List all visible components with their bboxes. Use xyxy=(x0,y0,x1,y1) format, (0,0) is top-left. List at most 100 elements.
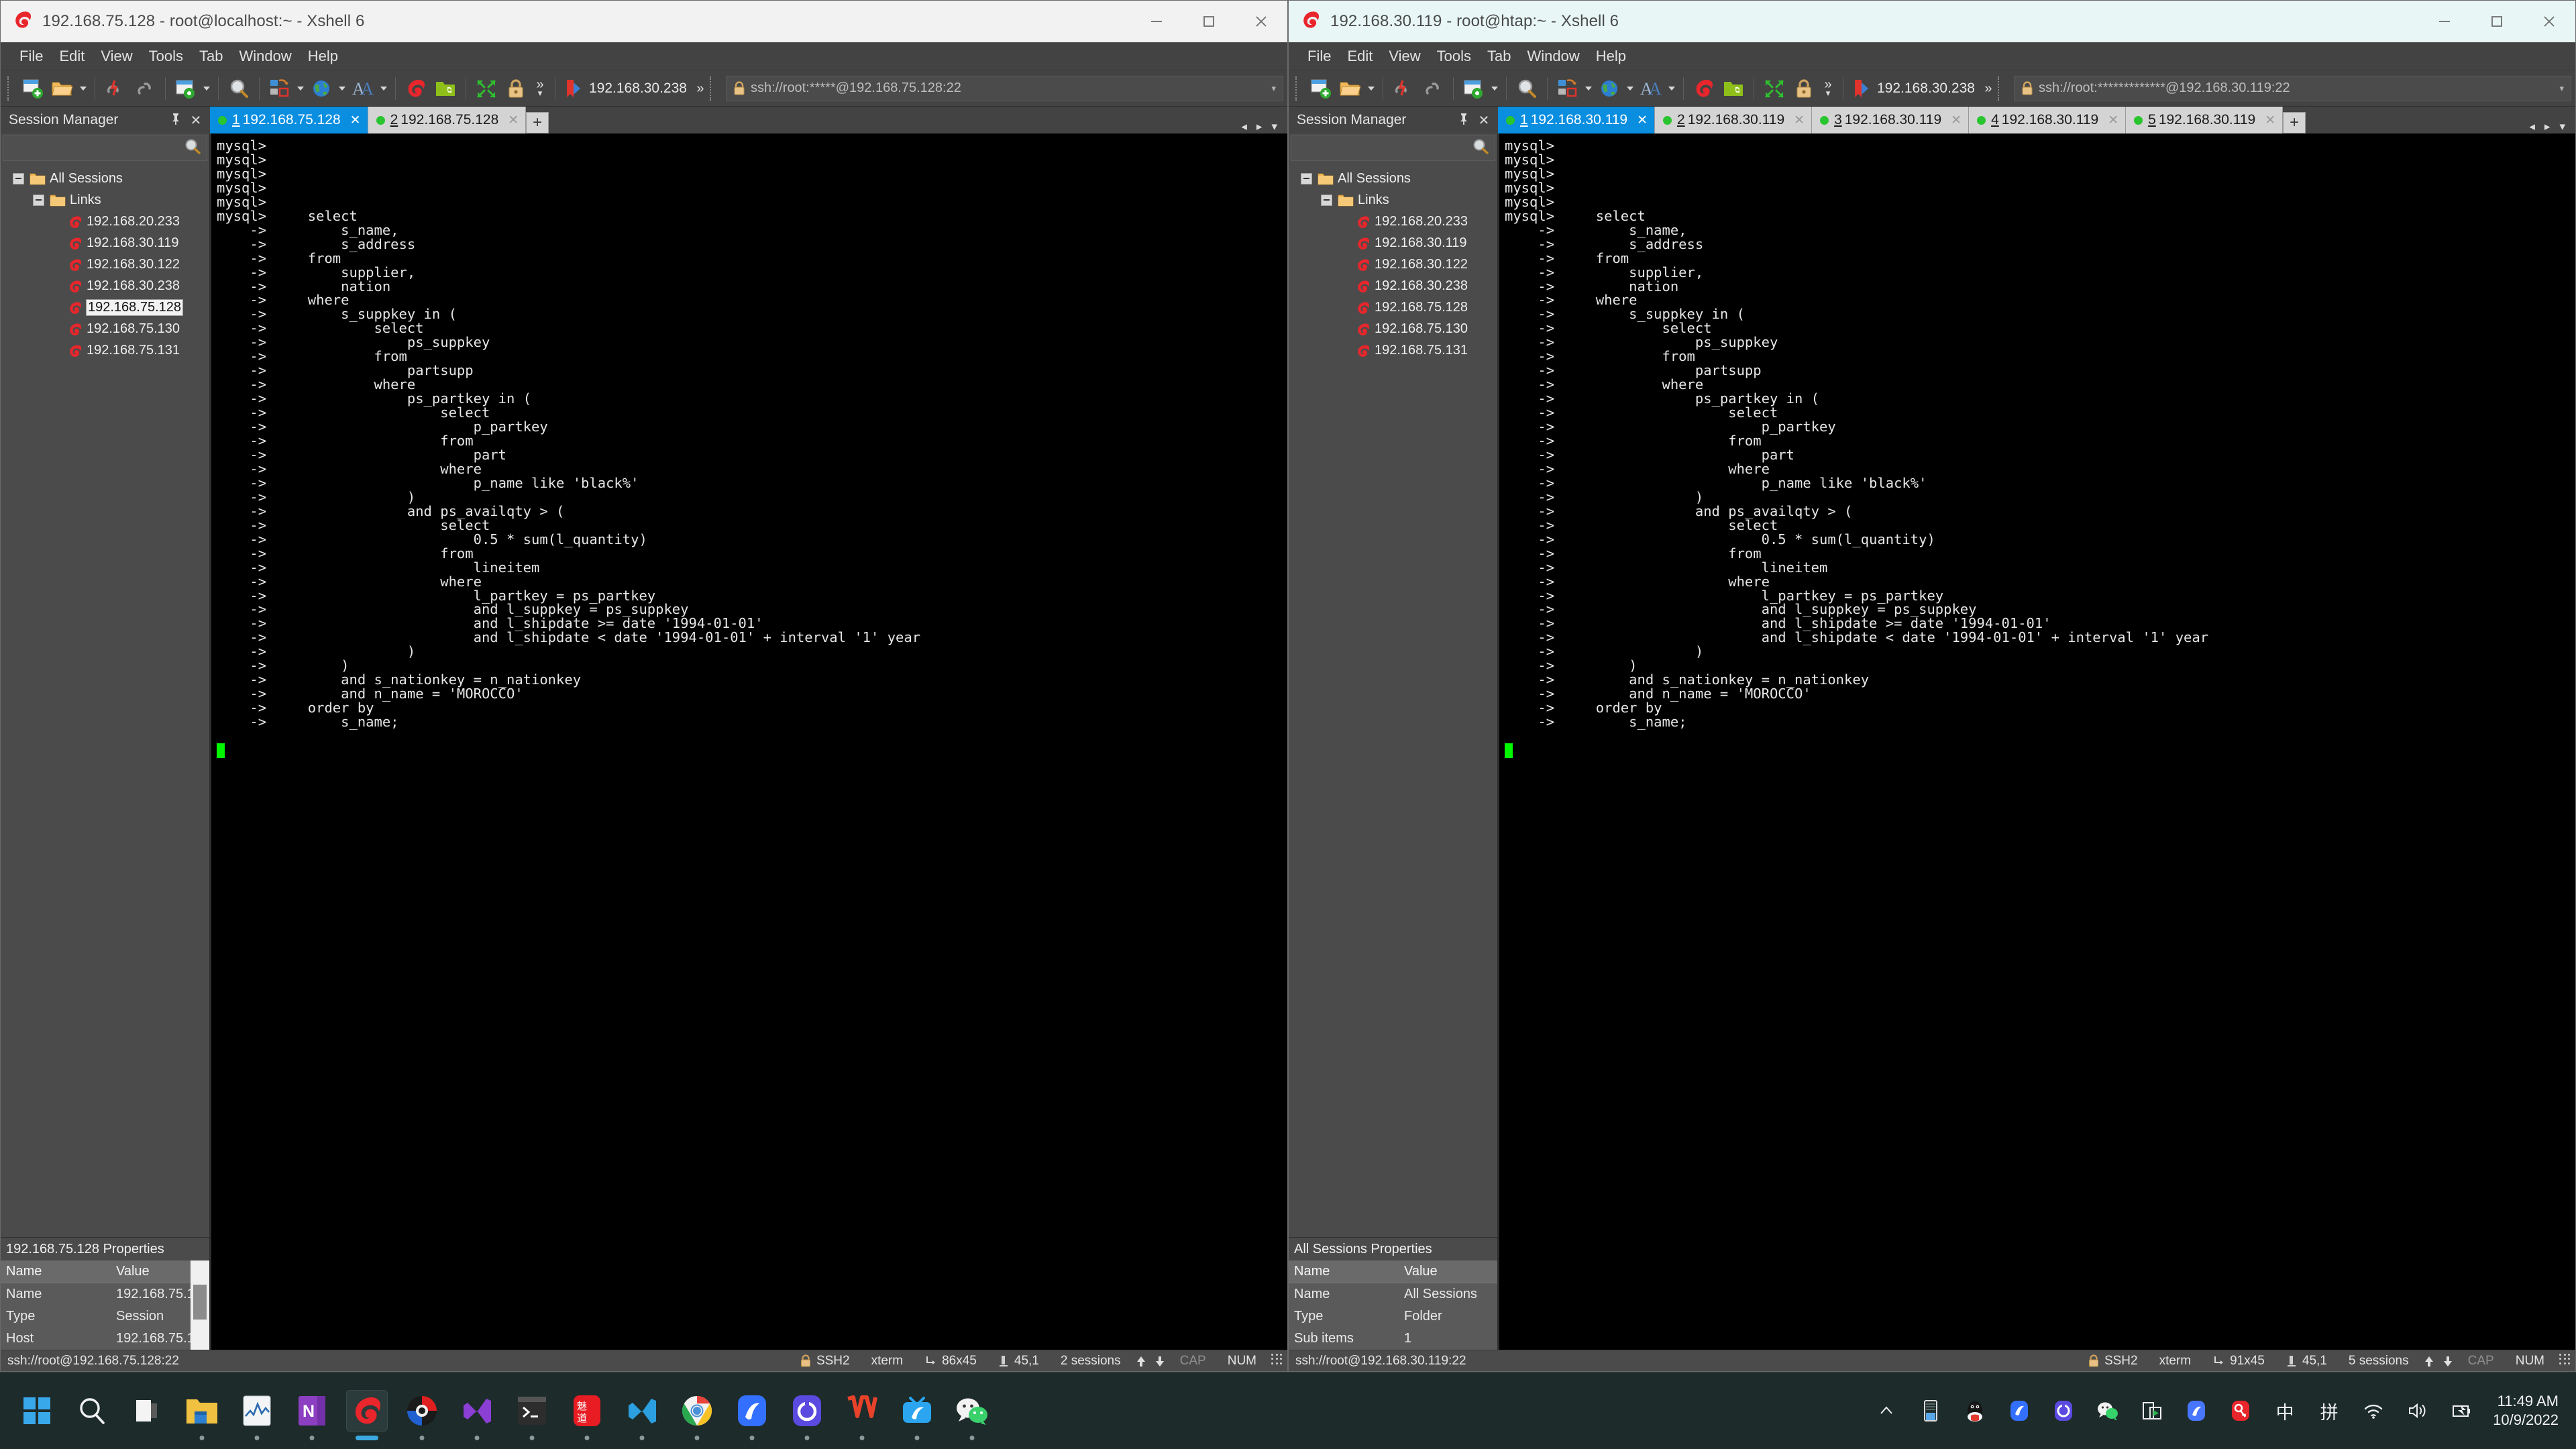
xshell-window-right[interactable]: 192.168.30.119 - root@htap:~ - Xshell 6 F… xyxy=(1288,0,2576,1372)
taskbar-feishu[interactable] xyxy=(731,1390,773,1432)
session-manager-close-icon[interactable]: ✕ xyxy=(187,112,205,129)
layout-caret-icon[interactable] xyxy=(1582,74,1595,103)
taskbar-file-explorer[interactable] xyxy=(181,1390,223,1432)
fullscreen-icon[interactable] xyxy=(472,74,501,103)
menu-item-view[interactable]: View xyxy=(1381,46,1428,67)
terminal-tab[interactable]: 2 192.168.75.128 ✕ xyxy=(368,107,527,133)
tab-strip[interactable]: Session Manager ✕ 1 192.168.30.119 ✕ 2 192.168… xyxy=(1289,107,2575,133)
tree-item-all-sessions[interactable]: All Sessions xyxy=(1289,168,1497,189)
tree-item-links[interactable]: Links xyxy=(1,189,209,211)
resize-grip[interactable] xyxy=(2559,1353,2571,1366)
battery-icon[interactable] xyxy=(2449,1397,2475,1424)
lock-icon[interactable] xyxy=(1789,74,1819,103)
tree-item-session[interactable]: 192.168.30.119 xyxy=(1289,232,1497,254)
taskbar-terminal[interactable] xyxy=(511,1390,553,1432)
terminal-output[interactable]: mysql> mysql> mysql> mysql> mysql> mysql… xyxy=(211,133,1287,1350)
address-overflow-icon[interactable]: » xyxy=(1979,82,1998,95)
layout-icon[interactable] xyxy=(265,74,294,103)
tree-item-session[interactable]: 192.168.20.233 xyxy=(1,211,209,232)
font-caret-icon[interactable] xyxy=(378,74,390,103)
tab-scroll-controls[interactable]: ◂ ▸ ▾ xyxy=(1236,120,1287,133)
tree-collapse-toggle[interactable] xyxy=(1321,194,1332,206)
address-bar-grip[interactable] xyxy=(1997,76,2003,101)
taskbar-xshell[interactable] xyxy=(346,1390,388,1432)
font-icon[interactable]: AA xyxy=(348,74,378,103)
properties-column-header[interactable]: Name xyxy=(1289,1260,1399,1283)
menu-item-help[interactable]: Help xyxy=(1588,46,1634,67)
menu-item-file[interactable]: File xyxy=(11,46,51,67)
font-icon[interactable]: AA xyxy=(1636,74,1666,103)
encoding-caret-icon[interactable] xyxy=(336,74,348,103)
taskbar-clock[interactable]: 11:49 AM 10/9/2022 xyxy=(2493,1392,2559,1430)
quick-connect-entry[interactable]: 192.168.30.238 xyxy=(565,78,687,99)
session-properties-icon[interactable] xyxy=(1459,74,1489,103)
tab-list-dropdown-icon[interactable]: ▾ xyxy=(1267,120,1282,133)
address-bar-input[interactable]: ssh://root:*****@192.168.75.128:22 ▾ xyxy=(725,75,1283,101)
close-button[interactable] xyxy=(1235,1,1287,42)
terminal-tab[interactable]: 4 192.168.30.119 ✕ xyxy=(1969,107,2127,133)
wechat-tray-icon[interactable] xyxy=(2094,1397,2121,1424)
session-search-input[interactable] xyxy=(3,136,207,161)
terminal-tab[interactable]: 3 192.168.30.119 ✕ xyxy=(1812,107,1970,133)
dingtalk-icon[interactable] xyxy=(2183,1397,2210,1424)
tree-item-session[interactable]: 192.168.30.238 xyxy=(1,275,209,297)
taskbar-task-view-button[interactable] xyxy=(126,1390,168,1432)
tree-collapse-toggle[interactable] xyxy=(13,172,24,184)
xshell-window-left[interactable]: 192.168.75.128 - root@localhost:~ - Xshe… xyxy=(0,0,1288,1372)
fullscreen-icon[interactable] xyxy=(1760,74,1789,103)
menu-bar[interactable]: File Edit View Tools Tab Window Help xyxy=(1289,42,2575,70)
reconnect-icon[interactable] xyxy=(1418,74,1448,103)
qq-icon[interactable] xyxy=(1962,1397,1988,1424)
encoding-globe-icon[interactable] xyxy=(1595,74,1624,103)
tree-item-session[interactable]: 192.168.30.122 xyxy=(1,254,209,275)
tree-item-session[interactable]: 192.168.30.238 xyxy=(1289,275,1497,297)
address-bar-input[interactable]: ssh://root:*************@192.168.30.119:… xyxy=(2013,75,2571,101)
tree-item-session[interactable]: 192.168.75.130 xyxy=(1289,318,1497,339)
pin-icon[interactable] xyxy=(167,112,184,129)
address-bar-dropdown-icon[interactable]: ▾ xyxy=(2559,83,2564,94)
battery-meter-icon[interactable] xyxy=(1917,1397,1944,1424)
menu-item-window[interactable]: Window xyxy=(231,46,300,67)
new-session-icon[interactable] xyxy=(1306,74,1336,103)
ime-pinyin-icon[interactable]: 拼 xyxy=(2316,1397,2343,1424)
session-properties-icon[interactable] xyxy=(171,74,201,103)
taskbar-start-button[interactable] xyxy=(16,1390,58,1432)
disconnect-icon[interactable] xyxy=(101,74,130,103)
new-tab-button[interactable]: + xyxy=(2283,112,2306,133)
taskbar-navicat[interactable] xyxy=(401,1390,443,1432)
system-tray[interactable]: 中 拼 11:49 AM 10/9/2022 xyxy=(1873,1392,2576,1430)
xftp-icon[interactable] xyxy=(1719,74,1748,103)
properties-column-header[interactable]: Name xyxy=(1,1260,111,1283)
window-controls[interactable] xyxy=(2418,1,2575,42)
encoding-caret-icon[interactable] xyxy=(1624,74,1636,103)
session-properties-caret-icon[interactable] xyxy=(201,74,213,103)
tree-item-session[interactable]: 192.168.30.119 xyxy=(1,232,209,254)
taskbar-visual-studio[interactable] xyxy=(456,1390,498,1432)
tab-scroll-left-icon[interactable]: ◂ xyxy=(2524,120,2540,133)
menu-item-tools[interactable]: Tools xyxy=(1429,46,1479,67)
tree-item-session[interactable]: 192.168.75.131 xyxy=(1289,339,1497,361)
resize-grip[interactable] xyxy=(1271,1353,1283,1366)
quick-connect-entry[interactable]: 192.168.30.238 xyxy=(1853,78,1975,99)
xshell-icon[interactable] xyxy=(1689,74,1719,103)
taskbar-vscode[interactable] xyxy=(621,1390,663,1432)
xftp-icon[interactable] xyxy=(431,74,460,103)
terminal-tab[interactable]: 2 192.168.30.119 ✕ xyxy=(1655,107,1813,133)
tab-close-icon[interactable]: ✕ xyxy=(2265,113,2275,128)
window-controls[interactable] xyxy=(1130,1,1287,42)
terminal-tabs[interactable]: 1 192.168.30.119 ✕ 2 192.168.30.119 ✕ 3 192.168… xyxy=(1498,107,2575,133)
address-overflow-icon[interactable]: » xyxy=(691,82,710,95)
open-session-icon[interactable] xyxy=(48,74,77,103)
terminal-tabs[interactable]: 1 192.168.75.128 ✕ 2 192.168.75.128 ✕ + ◂ ▸ ▾ xyxy=(210,107,1287,133)
reconnect-icon[interactable] xyxy=(130,74,160,103)
tree-item-session[interactable]: 192.168.30.122 xyxy=(1289,254,1497,275)
toolbar-overflow-icon[interactable]: » ▾ xyxy=(531,78,549,97)
taskbar-wechat[interactable] xyxy=(951,1390,993,1432)
toolbar-overflow-icon[interactable]: » ▾ xyxy=(1819,78,1837,97)
show-hidden-icons-chevron-icon[interactable] xyxy=(1873,1397,1900,1424)
encoding-globe-icon[interactable] xyxy=(307,74,336,103)
tree-item-session[interactable]: 192.168.20.233 xyxy=(1289,211,1497,232)
taskbar-wps[interactable] xyxy=(786,1390,828,1432)
taskbar-app-list[interactable]: N 魅道 xyxy=(16,1390,993,1432)
properties-column-header[interactable]: Value xyxy=(1399,1260,1497,1283)
